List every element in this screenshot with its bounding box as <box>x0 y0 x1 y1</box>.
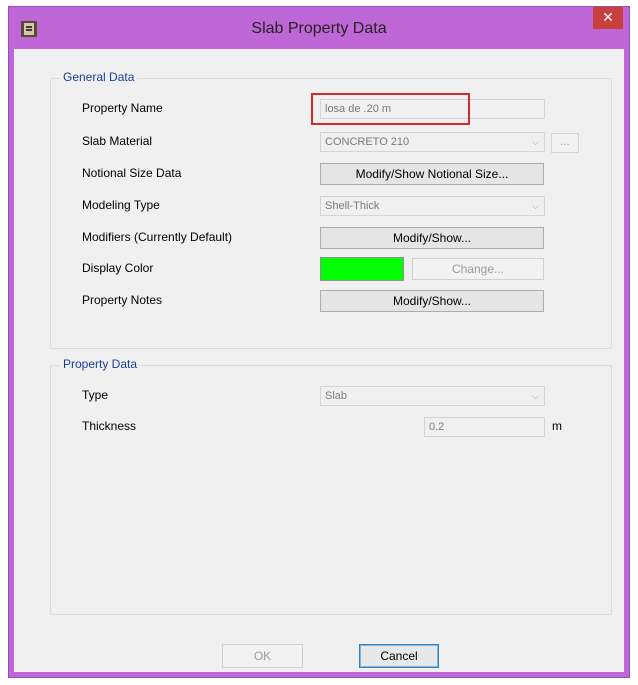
change-color-button[interactable]: Change... <box>412 258 544 280</box>
property-notes-button[interactable]: Modify/Show... <box>320 290 544 312</box>
chevron-down-icon: ⌵ <box>532 201 539 211</box>
general-data-legend: General Data <box>60 70 138 84</box>
property-data-legend: Property Data <box>60 357 141 371</box>
notional-size-button[interactable]: Modify/Show Notional Size... <box>320 163 544 185</box>
display-color-swatch <box>320 257 404 281</box>
modeling-type-label: Modeling Type <box>82 198 160 212</box>
close-icon[interactable]: ✕ <box>593 7 623 29</box>
thickness-unit: m <box>552 419 562 433</box>
ok-button[interactable]: OK <box>222 644 303 668</box>
title-bar[interactable]: Slab Property Data ✕ <box>9 7 629 49</box>
type-value: Slab <box>325 390 348 402</box>
modeling-type-select[interactable]: Shell-Thick ⌵ <box>320 196 545 216</box>
dialog-window: Slab Property Data ✕ General Data Proper… <box>8 6 630 678</box>
window-title: Slab Property Data <box>251 20 387 37</box>
chevron-down-icon: ⌵ <box>532 137 539 147</box>
slab-material-ellipsis-button[interactable]: ... <box>551 133 579 153</box>
property-notes-label: Property Notes <box>82 293 163 307</box>
modifiers-button[interactable]: Modify/Show... <box>320 227 544 249</box>
modifiers-label: Modifiers (Currently Default) <box>82 230 233 244</box>
thickness-label: Thickness <box>82 419 137 433</box>
slab-material-select[interactable]: CONCRETO 210 ⌵ <box>320 132 545 152</box>
cancel-button[interactable]: Cancel <box>359 644 439 668</box>
notional-size-label: Notional Size Data <box>82 166 182 180</box>
modeling-type-value: Shell-Thick <box>325 200 380 212</box>
property-name-highlight <box>311 93 470 125</box>
slab-material-value: CONCRETO 210 <box>325 136 410 148</box>
type-label: Type <box>82 388 109 402</box>
property-name-label: Property Name <box>82 101 163 115</box>
thickness-input[interactable]: 0.2 <box>424 417 545 437</box>
slab-material-label: Slab Material <box>82 134 153 148</box>
type-select[interactable]: Slab ⌵ <box>320 386 545 406</box>
display-color-label: Display Color <box>82 261 154 275</box>
dialog-client-area: General Data Property Name losa de .20 m… <box>14 49 624 672</box>
chevron-down-icon: ⌵ <box>532 391 539 401</box>
